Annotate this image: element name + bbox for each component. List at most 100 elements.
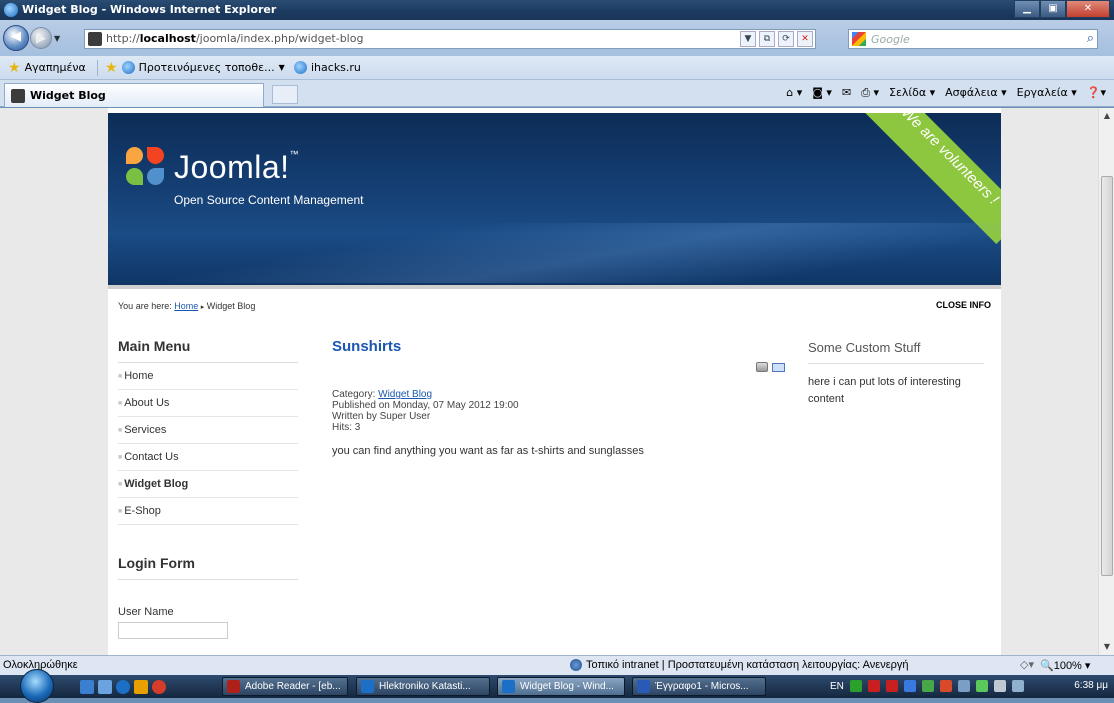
joomla-favicon-icon	[11, 89, 25, 103]
tab-bar: Widget Blog ⌂ ▾ ◙ ▾ ✉ ⎙ ▾ Σελίδα ▾ Ασφάλ…	[0, 80, 1114, 107]
network-icon[interactable]	[867, 680, 880, 692]
media-player-icon[interactable]	[134, 680, 148, 694]
window-title: Widget Blog - Windows Internet Explorer	[22, 3, 277, 16]
system-tray: EN	[830, 680, 1024, 692]
show-desktop-icon[interactable]	[80, 680, 94, 694]
network-icon[interactable]	[885, 680, 898, 692]
username-field[interactable]	[118, 622, 228, 639]
tray-app-icon[interactable]	[849, 680, 862, 692]
menu-item-widget-blog[interactable]: Widget Blog	[118, 471, 298, 498]
power-icon[interactable]	[993, 680, 1006, 692]
star-icon: ★	[8, 59, 21, 76]
site-tagline: Open Source Content Management	[174, 193, 364, 207]
stop-icon[interactable]: ✕	[797, 31, 813, 47]
close-info-button[interactable]: CLOSE INFO	[936, 300, 991, 310]
task-app-icon	[361, 680, 374, 693]
switch-windows-icon[interactable]	[98, 680, 112, 694]
search-input[interactable]: Google ⌕	[848, 29, 1098, 49]
help-icon[interactable]: ❓▾	[1087, 86, 1106, 100]
taskbar-task[interactable]: Hlektroniko Katasti...	[356, 677, 490, 696]
header-banner: Joomla!™ Open Source Content Management …	[108, 113, 1001, 285]
site-brand[interactable]: Joomla!™	[174, 149, 299, 186]
page-viewport: Joomla!™ Open Source Content Management …	[0, 108, 1098, 655]
task-app-icon	[502, 680, 515, 693]
title-bar: Widget Blog - Windows Internet Explorer …	[0, 0, 1114, 20]
status-bar: Ολοκληρώθηκε Τοπικό intranet | Προστατευ…	[0, 655, 1114, 675]
search-icon[interactable]: ⌕	[1087, 31, 1094, 46]
tray-app-icon[interactable]	[921, 680, 934, 692]
bluetooth-icon[interactable]	[903, 680, 916, 692]
menu-item-e-shop[interactable]: E-Shop	[118, 498, 298, 525]
address-bar-row: ◀ ▶ ▼ http://localhost/joomla/index.php/…	[0, 20, 1114, 56]
forward-button[interactable]: ▶	[30, 27, 52, 49]
security-zone[interactable]: Τοπικό intranet | Προστατευμένη κατάστασ…	[570, 659, 908, 671]
command-bar: ⌂ ▾ ◙ ▾ ✉ ⎙ ▾ Σελίδα ▾ Ασφάλεια ▾ Εργαλε…	[786, 86, 1106, 100]
suggested-sites-button[interactable]: ★ Προτεινόμενες τοποθε... ▼	[105, 59, 285, 76]
article-title[interactable]: Sunshirts	[332, 338, 792, 355]
joomla-logo-icon[interactable]	[126, 147, 166, 187]
url-host: localhost	[139, 32, 196, 45]
safety-menu[interactable]: Ασφάλεια ▾	[945, 86, 1006, 100]
history-dropdown-icon[interactable]: ▼	[54, 34, 60, 43]
taskbar-task[interactable]: Adobe Reader - [eb...	[222, 677, 348, 696]
scroll-down-icon[interactable]: ▼	[1099, 639, 1114, 655]
menu-item-services[interactable]: Services	[118, 417, 298, 444]
taskbar-task[interactable]: Widget Blog - Wind...	[497, 677, 625, 696]
vertical-scrollbar[interactable]: ▲ ▼	[1098, 108, 1114, 655]
home-icon[interactable]: ⌂ ▾	[786, 86, 802, 100]
volume-icon[interactable]	[1011, 680, 1024, 692]
mail-icon[interactable]: ✉	[842, 86, 851, 100]
favorites-bar: ★ Αγαπημένα ★ Προτεινόμενες τοποθε... ▼ …	[0, 56, 1114, 80]
print-icon[interactable]: ⎙ ▾	[861, 86, 879, 100]
task-app-icon	[227, 680, 240, 693]
custom-module-body: here i can put lots of interesting conte…	[808, 376, 961, 405]
page-menu[interactable]: Σελίδα ▾	[889, 86, 935, 100]
language-indicator[interactable]: EN	[830, 681, 844, 692]
ie-page-icon	[294, 61, 307, 74]
breadcrumb-home-link[interactable]: Home	[174, 301, 198, 311]
menu-item-home[interactable]: Home	[118, 363, 298, 390]
custom-module-title: Some Custom Stuff	[808, 340, 984, 364]
add-favorite-icon: ★	[105, 59, 118, 76]
zoom-level[interactable]: 🔍100% ▾	[1040, 659, 1090, 672]
new-tab-button[interactable]	[272, 85, 298, 104]
address-input[interactable]: http://localhost/joomla/index.php/widget…	[84, 29, 816, 49]
tray-app-icon[interactable]	[939, 680, 952, 692]
back-button[interactable]: ◀	[3, 25, 29, 51]
ie-quicklaunch-icon[interactable]	[116, 680, 130, 694]
tray-app-icon[interactable]	[975, 680, 988, 692]
feeds-icon[interactable]: ◙ ▾	[812, 86, 832, 100]
menu-item-contact-us[interactable]: Contact Us	[118, 444, 298, 471]
left-sidebar: Main Menu HomeAbout UsServicesContact Us…	[118, 338, 298, 639]
taskbar-task[interactable]: Έγγραφο1 - Micros...	[632, 677, 766, 696]
email-icon[interactable]	[772, 363, 785, 372]
windows-taskbar: Adobe Reader - [eb... Hlektroniko Katasti…	[0, 669, 1114, 703]
close-button[interactable]: ✕	[1066, 0, 1110, 18]
address-dropdown-icon[interactable]: ▼	[740, 31, 756, 47]
ie-window: Widget Blog - Windows Internet Explorer …	[0, 0, 1114, 703]
right-sidebar: Some Custom Stuff here i can put lots of…	[808, 340, 984, 408]
category-link[interactable]: Widget Blog	[378, 389, 432, 400]
refresh-icon[interactable]: ⟳	[778, 31, 794, 47]
ie-page-icon	[121, 61, 135, 74]
tab-widget-blog[interactable]: Widget Blog	[4, 83, 264, 107]
minimize-button[interactable]: ▁	[1014, 0, 1040, 18]
maximize-button[interactable]: ▣	[1040, 0, 1066, 18]
browser-quicklaunch-icon[interactable]	[152, 680, 166, 694]
ie-logo-icon	[4, 3, 18, 17]
favorite-link-ihacks[interactable]: ihacks.ru	[294, 61, 361, 74]
menu-item-about-us[interactable]: About Us	[118, 390, 298, 417]
scroll-up-icon[interactable]: ▲	[1099, 108, 1114, 124]
protected-mode-icon[interactable]: ◇▾	[1020, 658, 1034, 671]
main-content: Sunshirts Category: Widget Blog Publishe…	[332, 338, 792, 457]
tray-app-icon[interactable]	[957, 680, 970, 692]
compatibility-view-icon[interactable]: ⧉	[759, 31, 775, 47]
divider	[108, 285, 1001, 289]
tools-menu[interactable]: Εργαλεία ▾	[1017, 86, 1077, 100]
print-icon[interactable]	[756, 362, 768, 372]
scroll-thumb[interactable]	[1101, 176, 1113, 576]
breadcrumb: You are here: Home ▸ Widget Blog	[118, 301, 256, 311]
favorites-button[interactable]: ★ Αγαπημένα	[8, 59, 86, 76]
article-meta: Category: Widget Blog Published on Monda…	[332, 389, 519, 433]
clock[interactable]: 6:38 μμ	[1074, 680, 1108, 691]
